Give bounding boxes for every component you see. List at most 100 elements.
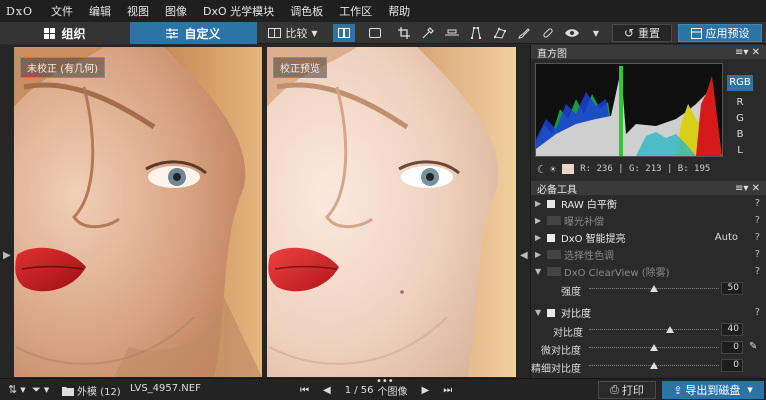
tool-row-raw-wb[interactable]: ▶ RAW 白平衡 ?: [531, 195, 766, 212]
slider-track[interactable]: [589, 362, 719, 369]
menu-help[interactable]: 帮助: [380, 3, 418, 19]
export-to-disk-button[interactable]: ⇪ 导出到磁盘 ▼: [662, 381, 764, 399]
enable-checkbox[interactable]: [547, 199, 555, 208]
prev-image-icon[interactable]: ◀: [323, 385, 331, 396]
expand-icon[interactable]: ▶: [535, 233, 547, 242]
help-icon[interactable]: ?: [755, 266, 760, 277]
last-image-icon[interactable]: ⏭: [443, 385, 452, 396]
collapse-icon[interactable]: ▼: [535, 308, 547, 317]
apply-preset-button[interactable]: 应用预设: [678, 24, 762, 42]
tool-row-contrast[interactable]: ▼ 对比度 ?: [531, 304, 766, 321]
menu-view[interactable]: 视图: [119, 3, 157, 19]
slider-track[interactable]: [589, 285, 719, 292]
brush-tool[interactable]: [514, 24, 534, 42]
horizon-tool[interactable]: [442, 24, 462, 42]
folder-indicator[interactable]: 外模 (12): [62, 383, 121, 398]
tab-organize[interactable]: 组织: [0, 22, 130, 44]
slider-value[interactable]: 40: [721, 323, 743, 336]
sort-icon: ⇅: [8, 383, 18, 396]
menu-edit[interactable]: 编辑: [81, 3, 119, 19]
channel-l[interactable]: L: [727, 143, 753, 159]
tab-customize[interactable]: 自定义: [130, 22, 257, 44]
panel-menu-icon[interactable]: ≡▾ ✕: [735, 47, 760, 58]
photo-uncorrected[interactable]: 未校正 (有几何): [14, 47, 262, 377]
enable-checkbox[interactable]: [547, 308, 555, 317]
tool-label: 对比度: [561, 309, 591, 320]
right-panel-arrow-icon[interactable]: ◀: [520, 250, 528, 261]
split-view-button[interactable]: [333, 24, 355, 42]
enable-toggle[interactable]: [547, 267, 561, 276]
tool-chevron[interactable]: ▼: [586, 24, 606, 42]
image-counter: 1 / 56: [344, 385, 374, 396]
reset-button[interactable]: ↺ 重置: [612, 24, 672, 42]
left-panel-arrow-icon[interactable]: ▶: [3, 250, 11, 261]
slider-thumb[interactable]: [665, 326, 674, 333]
print-button[interactable]: ⎙ 打印: [598, 381, 656, 399]
slider-fine-contrast: 精细对比度 0: [531, 357, 766, 375]
help-icon[interactable]: ?: [755, 232, 760, 243]
next-image-icon[interactable]: ▶: [422, 385, 430, 396]
first-image-icon[interactable]: ⏮: [300, 385, 309, 396]
horizon-icon: [445, 29, 459, 36]
collapse-icon[interactable]: ▼: [535, 267, 547, 276]
menu-image[interactable]: 图像: [157, 3, 195, 19]
enable-checkbox[interactable]: [547, 233, 555, 242]
repair-tool[interactable]: [538, 24, 558, 42]
histogram-header: 直方图 ≡▾ ✕: [531, 45, 766, 60]
single-view-button[interactable]: [364, 24, 386, 42]
enable-toggle[interactable]: [547, 216, 561, 225]
help-icon[interactable]: ?: [755, 307, 760, 318]
slider-value[interactable]: 50: [721, 282, 743, 295]
compare-button[interactable]: 比较 ▼: [262, 24, 324, 42]
perspective-tool[interactable]: [466, 24, 486, 42]
bottom-bar: ⇅ ▼ ⏷ ▼ 外模 (12) LVS_4957.NEF ⏮ ◀ 1 / 56 …: [0, 376, 766, 400]
slider-track[interactable]: [589, 344, 719, 351]
preview-tool[interactable]: [562, 24, 582, 42]
perspective-icon: [470, 27, 482, 39]
menu-palettes[interactable]: 调色板: [282, 3, 331, 19]
channel-b[interactable]: B: [727, 127, 753, 143]
export-icon: ⇪: [673, 383, 683, 397]
panel-menu-icon[interactable]: ≡▾ ✕: [735, 183, 760, 194]
slider-thumb[interactable]: [650, 362, 658, 369]
filter-button[interactable]: ⏷ ▼: [32, 383, 49, 397]
menu-optics-module[interactable]: DxO 光学模块: [195, 3, 282, 19]
help-icon[interactable]: ?: [755, 215, 760, 226]
tool-row-selective-tone[interactable]: ▶ 选择性色调 ?: [531, 246, 766, 263]
channel-g[interactable]: G: [727, 111, 753, 127]
slider-contrast: 对比度 40: [531, 321, 766, 339]
eyedropper-tool[interactable]: [418, 24, 438, 42]
slider-thumb[interactable]: [650, 285, 658, 292]
photo-corrected-preview[interactable]: 校正预览: [267, 47, 516, 377]
help-icon[interactable]: ?: [755, 198, 760, 209]
sort-button[interactable]: ⇅ ▼: [8, 383, 26, 396]
sun-icon[interactable]: ☀: [550, 163, 557, 176]
eyedropper-icon[interactable]: ✎: [749, 341, 757, 352]
tool-row-clearview[interactable]: ▼ DxO ClearView (除雾) ?: [531, 263, 766, 280]
channel-rgb[interactable]: RGB: [727, 75, 753, 91]
lasso-tool[interactable]: [490, 24, 510, 42]
crop-tool[interactable]: [394, 24, 414, 42]
moon-icon[interactable]: ☾: [537, 163, 544, 176]
chevron-down-icon[interactable]: ▼: [747, 386, 752, 394]
menu-file[interactable]: 文件: [43, 3, 81, 19]
reset-label: 重置: [638, 27, 661, 40]
tool-row-smart-lighting[interactable]: ▶ DxO 智能提亮 Auto ?: [531, 229, 766, 246]
expand-icon[interactable]: ▶: [535, 250, 547, 259]
tool-mode-value: Auto: [714, 232, 738, 243]
filmstrip-handle-icon[interactable]: •••: [376, 376, 394, 387]
enable-toggle[interactable]: [547, 250, 561, 259]
slider-value[interactable]: 0: [721, 359, 743, 372]
slider-value[interactable]: 0: [721, 341, 743, 354]
help-icon[interactable]: ?: [755, 249, 760, 260]
slider-track[interactable]: [589, 326, 719, 333]
expand-icon[interactable]: ▶: [535, 199, 547, 208]
slider-thumb[interactable]: [650, 344, 658, 351]
channel-r[interactable]: R: [727, 95, 753, 111]
preset-icon: [690, 27, 702, 39]
tab-organize-label: 组织: [61, 26, 86, 41]
menu-workspace[interactable]: 工作区: [331, 3, 380, 19]
app-logo: DxO: [6, 4, 34, 18]
tool-row-exposure[interactable]: ▶ 曝光补偿 ?: [531, 212, 766, 229]
expand-icon[interactable]: ▶: [535, 216, 547, 225]
